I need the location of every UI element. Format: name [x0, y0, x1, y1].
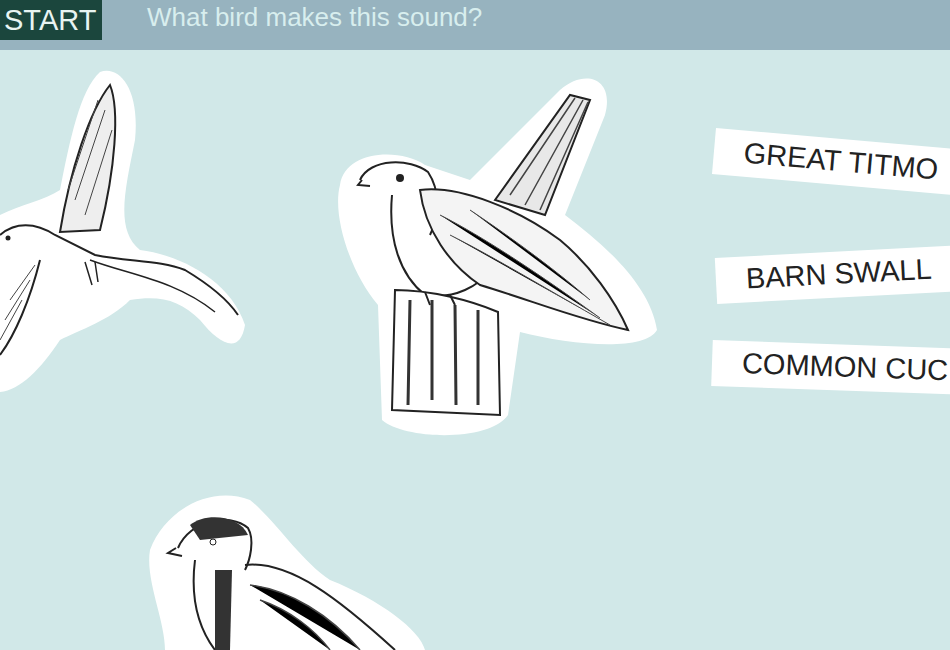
question-title: What bird makes this sound?: [147, 0, 482, 30]
great-tit-icon[interactable]: [149, 496, 425, 650]
answer-option[interactable]: COMMON CUC: [711, 340, 950, 396]
cuckoo-icon[interactable]: [338, 78, 657, 435]
answer-option[interactable]: GREAT TITMO: [712, 128, 950, 198]
top-bar: START What bird makes this sound?: [0, 0, 950, 50]
answer-option[interactable]: BARN SWALL: [715, 243, 950, 304]
answer-label: COMMON CUC: [741, 342, 949, 393]
answer-label: GREAT TITMO: [742, 132, 940, 192]
answer-label: BARN SWALL: [745, 248, 933, 301]
start-button[interactable]: START: [0, 0, 102, 40]
swallow-icon[interactable]: [0, 71, 245, 392]
